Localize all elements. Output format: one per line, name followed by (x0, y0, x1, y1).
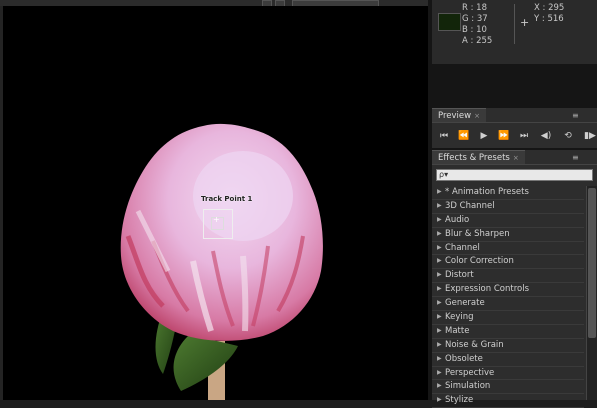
list-item[interactable]: ▶ Channel (432, 242, 584, 256)
info-panel: R : 18 G : 37 B : 10 A : 255 + X : 295 Y… (432, 0, 597, 64)
ram-preview-icon[interactable]: ▮▶ (584, 130, 596, 142)
info-green: G : 37 (462, 14, 488, 24)
first-frame-icon[interactable]: ⏮ (438, 130, 450, 142)
prev-frame-icon[interactable]: ⏪ (458, 130, 470, 142)
preview-tab-label: Preview (438, 111, 472, 121)
expand-arrow-icon[interactable]: ▶ (437, 230, 442, 237)
track-point-crosshair-icon[interactable]: + (213, 216, 220, 224)
audio-icon[interactable]: ◀) (540, 130, 552, 142)
panel-menu-icon[interactable]: ≡ (572, 153, 579, 162)
info-separator (514, 4, 515, 44)
expand-arrow-icon[interactable]: ▶ (437, 202, 442, 209)
expand-arrow-icon[interactable]: ▶ (437, 244, 442, 251)
tab-divider (432, 164, 597, 165)
expand-arrow-icon[interactable]: ▶ (437, 285, 442, 292)
preview-panel: Preview × ≡ ⏮ ⏪ ▶ ⏩ ⏭ ◀) ⟲ ▮▶ (432, 108, 597, 148)
list-item[interactable]: ▶ Audio (432, 214, 584, 228)
list-item[interactable]: ▶ Simulation (432, 380, 584, 395)
expand-arrow-icon[interactable]: ▶ (437, 355, 442, 362)
effects-list: ▶ * Animation Presets ▶ 3D Channel ▶ Audio … (432, 186, 584, 408)
play-icon[interactable]: ▶ (478, 130, 490, 142)
info-red: R : 18 (462, 3, 487, 13)
tab-divider (432, 122, 597, 123)
list-item[interactable]: ▶ * Animation Presets (432, 186, 584, 200)
list-item[interactable]: ▶ Matte (432, 325, 584, 339)
crosshair-icon: + (520, 16, 530, 29)
panel-gap (428, 64, 597, 108)
expand-arrow-icon[interactable]: ▶ (437, 382, 442, 389)
effects-presets-panel: Effects & Presets × ≡ ρ▾ ▶ * Animation Pre… (432, 150, 597, 408)
list-item[interactable]: ▶ Distort (432, 269, 584, 284)
expand-arrow-icon[interactable]: ▶ (437, 216, 442, 223)
color-swatch (438, 13, 461, 31)
loop-icon[interactable]: ⟲ (562, 130, 574, 142)
expand-arrow-icon[interactable]: ▶ (437, 271, 442, 278)
list-item[interactable]: ▶ 3D Channel (432, 200, 584, 214)
search-icon[interactable]: ρ▾ (439, 170, 448, 180)
scrollbar-thumb[interactable] (588, 188, 596, 338)
list-item[interactable]: ▶ Blur & Sharpen (432, 228, 584, 242)
list-item[interactable]: ▶ Noise & Grain (432, 339, 584, 353)
track-point-search-region[interactable]: + (203, 209, 233, 239)
effects-tab-label: Effects & Presets (438, 153, 510, 163)
info-blue: B : 10 (462, 25, 487, 35)
tab-effects-presets[interactable]: Effects & Presets × (432, 150, 525, 165)
last-frame-icon[interactable]: ⏭ (518, 130, 530, 142)
expand-arrow-icon[interactable]: ▶ (437, 313, 442, 320)
effects-scrollbar[interactable] (586, 186, 597, 400)
flower-image (120, 123, 323, 400)
composition-panel: Track Point 1 + (0, 0, 428, 400)
expand-arrow-icon[interactable]: ▶ (437, 369, 442, 376)
list-item[interactable]: ▶ Color Correction (432, 255, 584, 270)
track-point-label: Track Point 1 (201, 195, 253, 203)
expand-arrow-icon[interactable]: ▶ (437, 327, 442, 334)
expand-arrow-icon[interactable]: ▶ (437, 257, 442, 264)
expand-arrow-icon[interactable]: ▶ (437, 188, 442, 195)
expand-arrow-icon[interactable]: ▶ (437, 341, 442, 348)
tab-preview[interactable]: Preview × (432, 108, 486, 123)
effects-search-input[interactable]: ρ▾ (436, 169, 593, 181)
list-item[interactable]: ▶ Obsolete (432, 353, 584, 367)
close-icon[interactable]: × (513, 154, 519, 162)
list-item[interactable]: ▶ Keying (432, 311, 584, 325)
info-x: X : 295 (534, 3, 565, 13)
list-item[interactable]: ▶ Perspective (432, 367, 584, 381)
list-item[interactable]: ▶ Stylize (432, 394, 584, 408)
composition-viewer[interactable]: Track Point 1 + (3, 6, 428, 400)
close-icon[interactable]: × (474, 112, 480, 120)
next-frame-icon[interactable]: ⏩ (498, 130, 510, 142)
panel-menu-icon[interactable]: ≡ (572, 111, 579, 120)
expand-arrow-icon[interactable]: ▶ (437, 299, 442, 306)
info-alpha: A : 255 (462, 36, 493, 46)
list-item[interactable]: ▶ Generate (432, 297, 584, 312)
info-y: Y : 516 (534, 14, 564, 24)
list-item[interactable]: ▶ Expression Controls (432, 283, 584, 298)
